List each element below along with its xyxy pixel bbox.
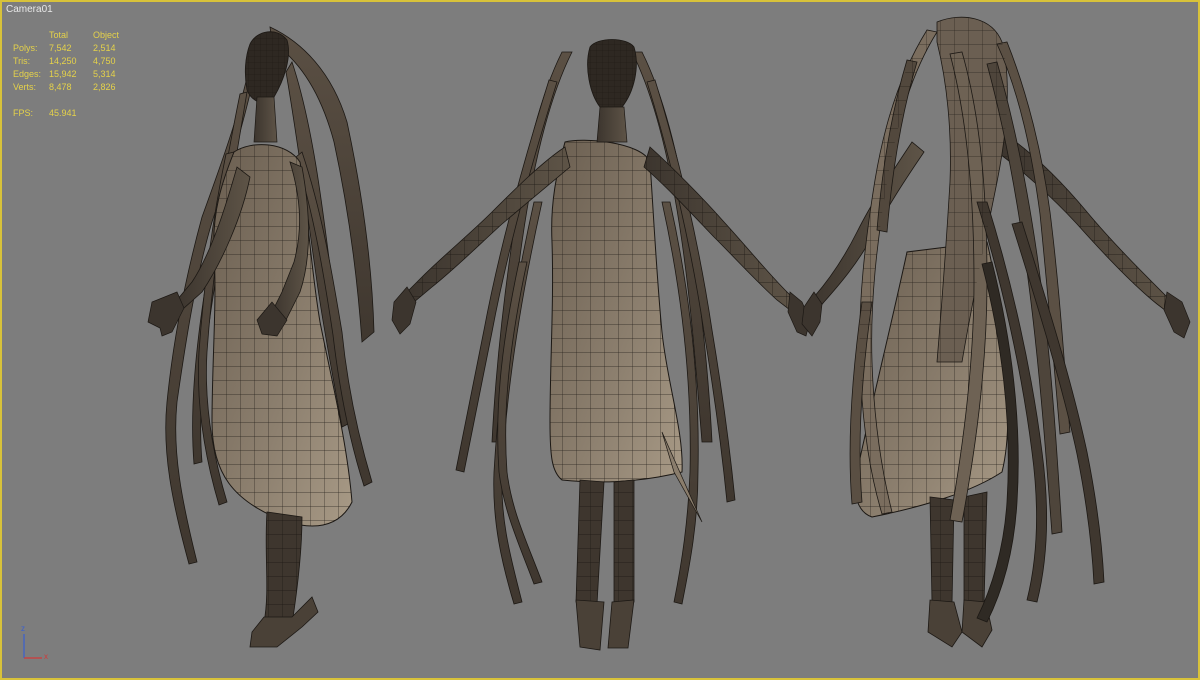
model-front-view[interactable] <box>391 39 811 651</box>
foot <box>575 599 635 651</box>
model-side-view[interactable] <box>147 26 375 648</box>
camera-viewport[interactable]: Camera01 Total Object Polys: 7,542 2,514… <box>0 0 1200 680</box>
3d-scene[interactable] <box>2 2 1198 678</box>
model-back-view[interactable] <box>801 16 1191 648</box>
neck <box>596 106 628 143</box>
axis-gizmo: z x <box>16 624 56 666</box>
neck <box>253 96 278 143</box>
x-axis-label: x <box>44 652 48 661</box>
hand <box>1163 291 1191 339</box>
z-axis-label: z <box>21 624 25 633</box>
